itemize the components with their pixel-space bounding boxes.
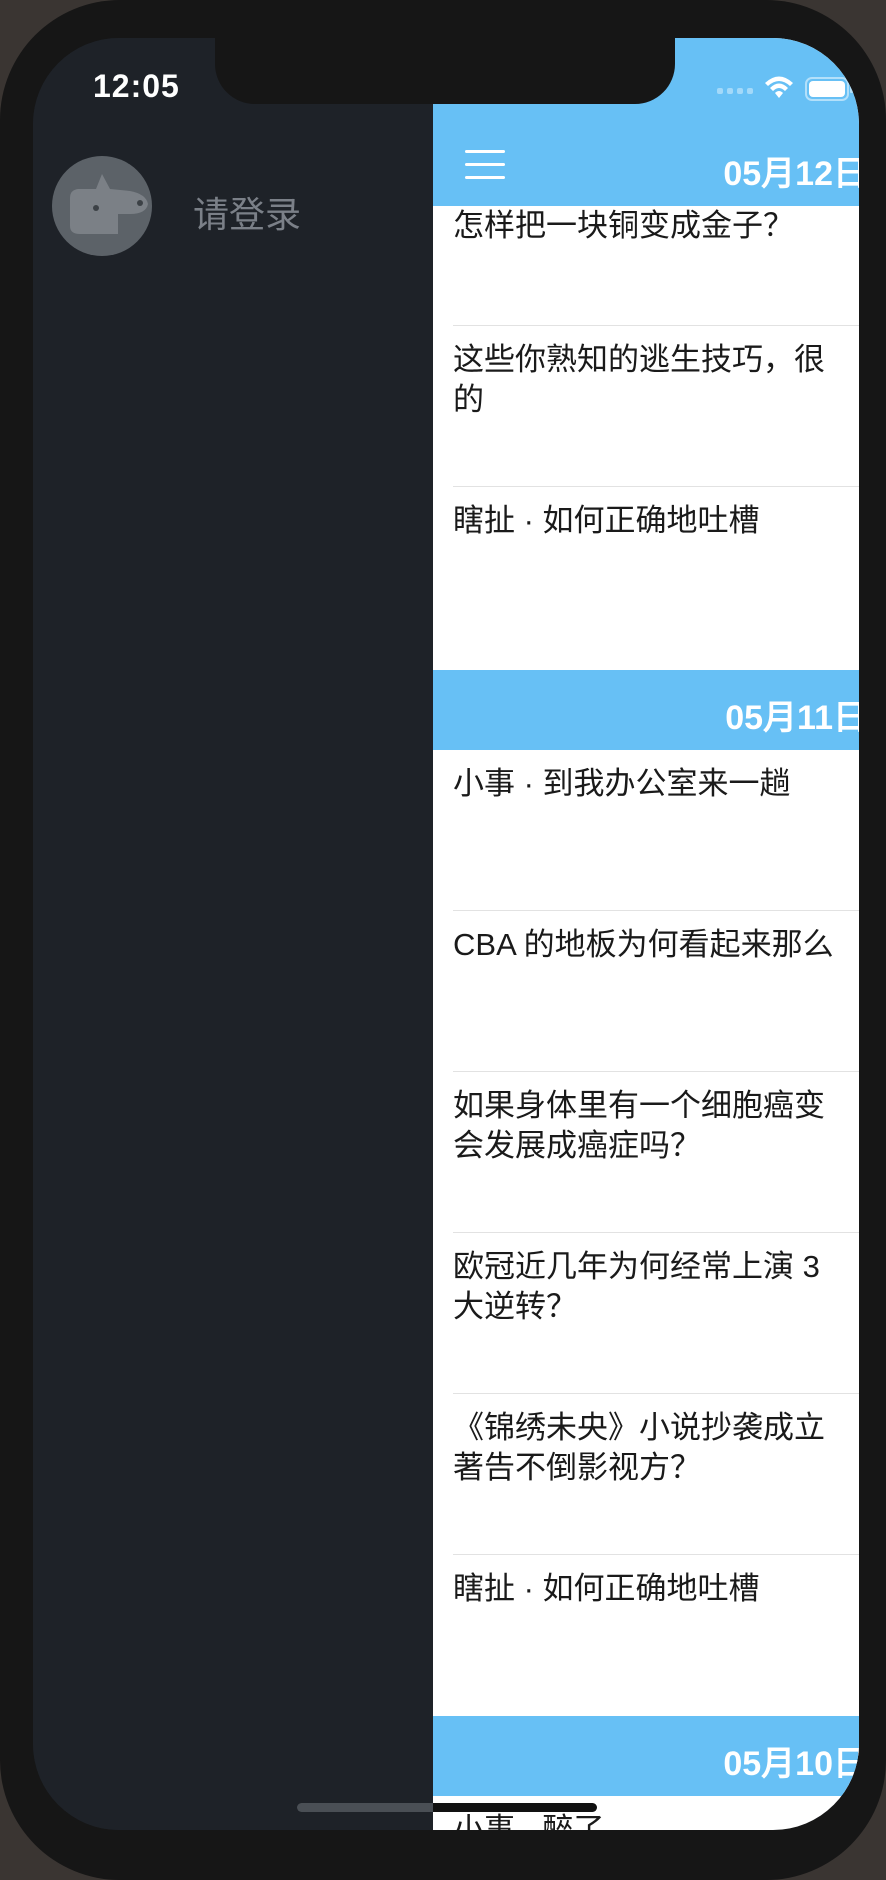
list-item[interactable]: 小事 · 醉了 <box>433 1796 859 1830</box>
home-indicator-dim <box>297 1803 433 1812</box>
list-item[interactable]: 小事 · 到我办公室来一趟 <box>433 750 859 911</box>
article-title: 小事 · 醉了 <box>453 1812 605 1830</box>
header-date: 05月12日 <box>723 155 859 193</box>
screen: 12:05 请登录 05月12日 怎样把一块铜变成金子？ 这些你熟知的逃生技巧，… <box>33 38 859 1830</box>
section-date: 05月10日 <box>723 1745 859 1783</box>
section-header: 05月11日 <box>433 670 859 750</box>
news-panel: 05月12日 怎样把一块铜变成金子？ 这些你熟知的逃生技巧，很 的 瞎扯 · 如… <box>433 38 859 1830</box>
article-title: 这些你熟知的逃生技巧，很 的 <box>453 342 825 417</box>
status-time: 12:05 <box>93 68 180 104</box>
list-item[interactable]: 瞎扯 · 如何正确地吐槽 <box>433 487 859 648</box>
article-title: 《锦绣未央》小说抄袭成立 著告不倒影视方？ <box>453 1410 825 1485</box>
section-date: 05月11日 <box>725 699 859 737</box>
list-item[interactable]: 怎样把一块铜变成金子？ <box>433 206 859 326</box>
list-item[interactable]: 这些你熟知的逃生技巧，很 的 <box>433 326 859 487</box>
battery-icon <box>805 77 853 101</box>
article-title: 如果身体里有一个细胞癌变 会发展成癌症吗？ <box>453 1088 825 1163</box>
status-icons <box>683 74 853 104</box>
article-title: CBA 的地板为何看起来那么 <box>453 927 834 962</box>
list-item[interactable]: 《锦绣未央》小说抄袭成立 著告不倒影视方？ <box>433 1394 859 1555</box>
dog-avatar-icon <box>70 174 148 234</box>
wifi-icon <box>765 76 793 98</box>
article-title: 欧冠近几年为何经常上演 3 大逆转？ <box>453 1249 820 1324</box>
article-title: 小事 · 到我办公室来一趟 <box>453 766 791 801</box>
list-item[interactable]: CBA 的地板为何看起来那么 <box>433 911 859 1072</box>
list-item[interactable]: 瞎扯 · 如何正确地吐槽 <box>433 1555 859 1716</box>
avatar[interactable] <box>52 156 152 256</box>
article-title: 怎样把一块铜变成金子？ <box>453 208 794 243</box>
cellular-signal-icon <box>717 88 753 94</box>
hamburger-menu-icon[interactable] <box>465 150 505 180</box>
section-header: 05月10日 <box>433 1716 859 1796</box>
list-item[interactable]: 欧冠近几年为何经常上演 3 大逆转？ <box>433 1233 859 1394</box>
side-drawer: 12:05 请登录 <box>33 38 433 1830</box>
login-prompt[interactable]: 请登录 <box>193 186 301 238</box>
phone-device: 12:05 请登录 05月12日 怎样把一块铜变成金子？ 这些你熟知的逃生技巧，… <box>0 0 886 1880</box>
list-item[interactable]: 如果身体里有一个细胞癌变 会发展成癌症吗？ <box>433 1072 859 1233</box>
device-notch <box>215 38 675 104</box>
article-title: 瞎扯 · 如何正确地吐槽 <box>453 503 760 538</box>
article-title: 瞎扯 · 如何正确地吐槽 <box>453 1571 760 1606</box>
